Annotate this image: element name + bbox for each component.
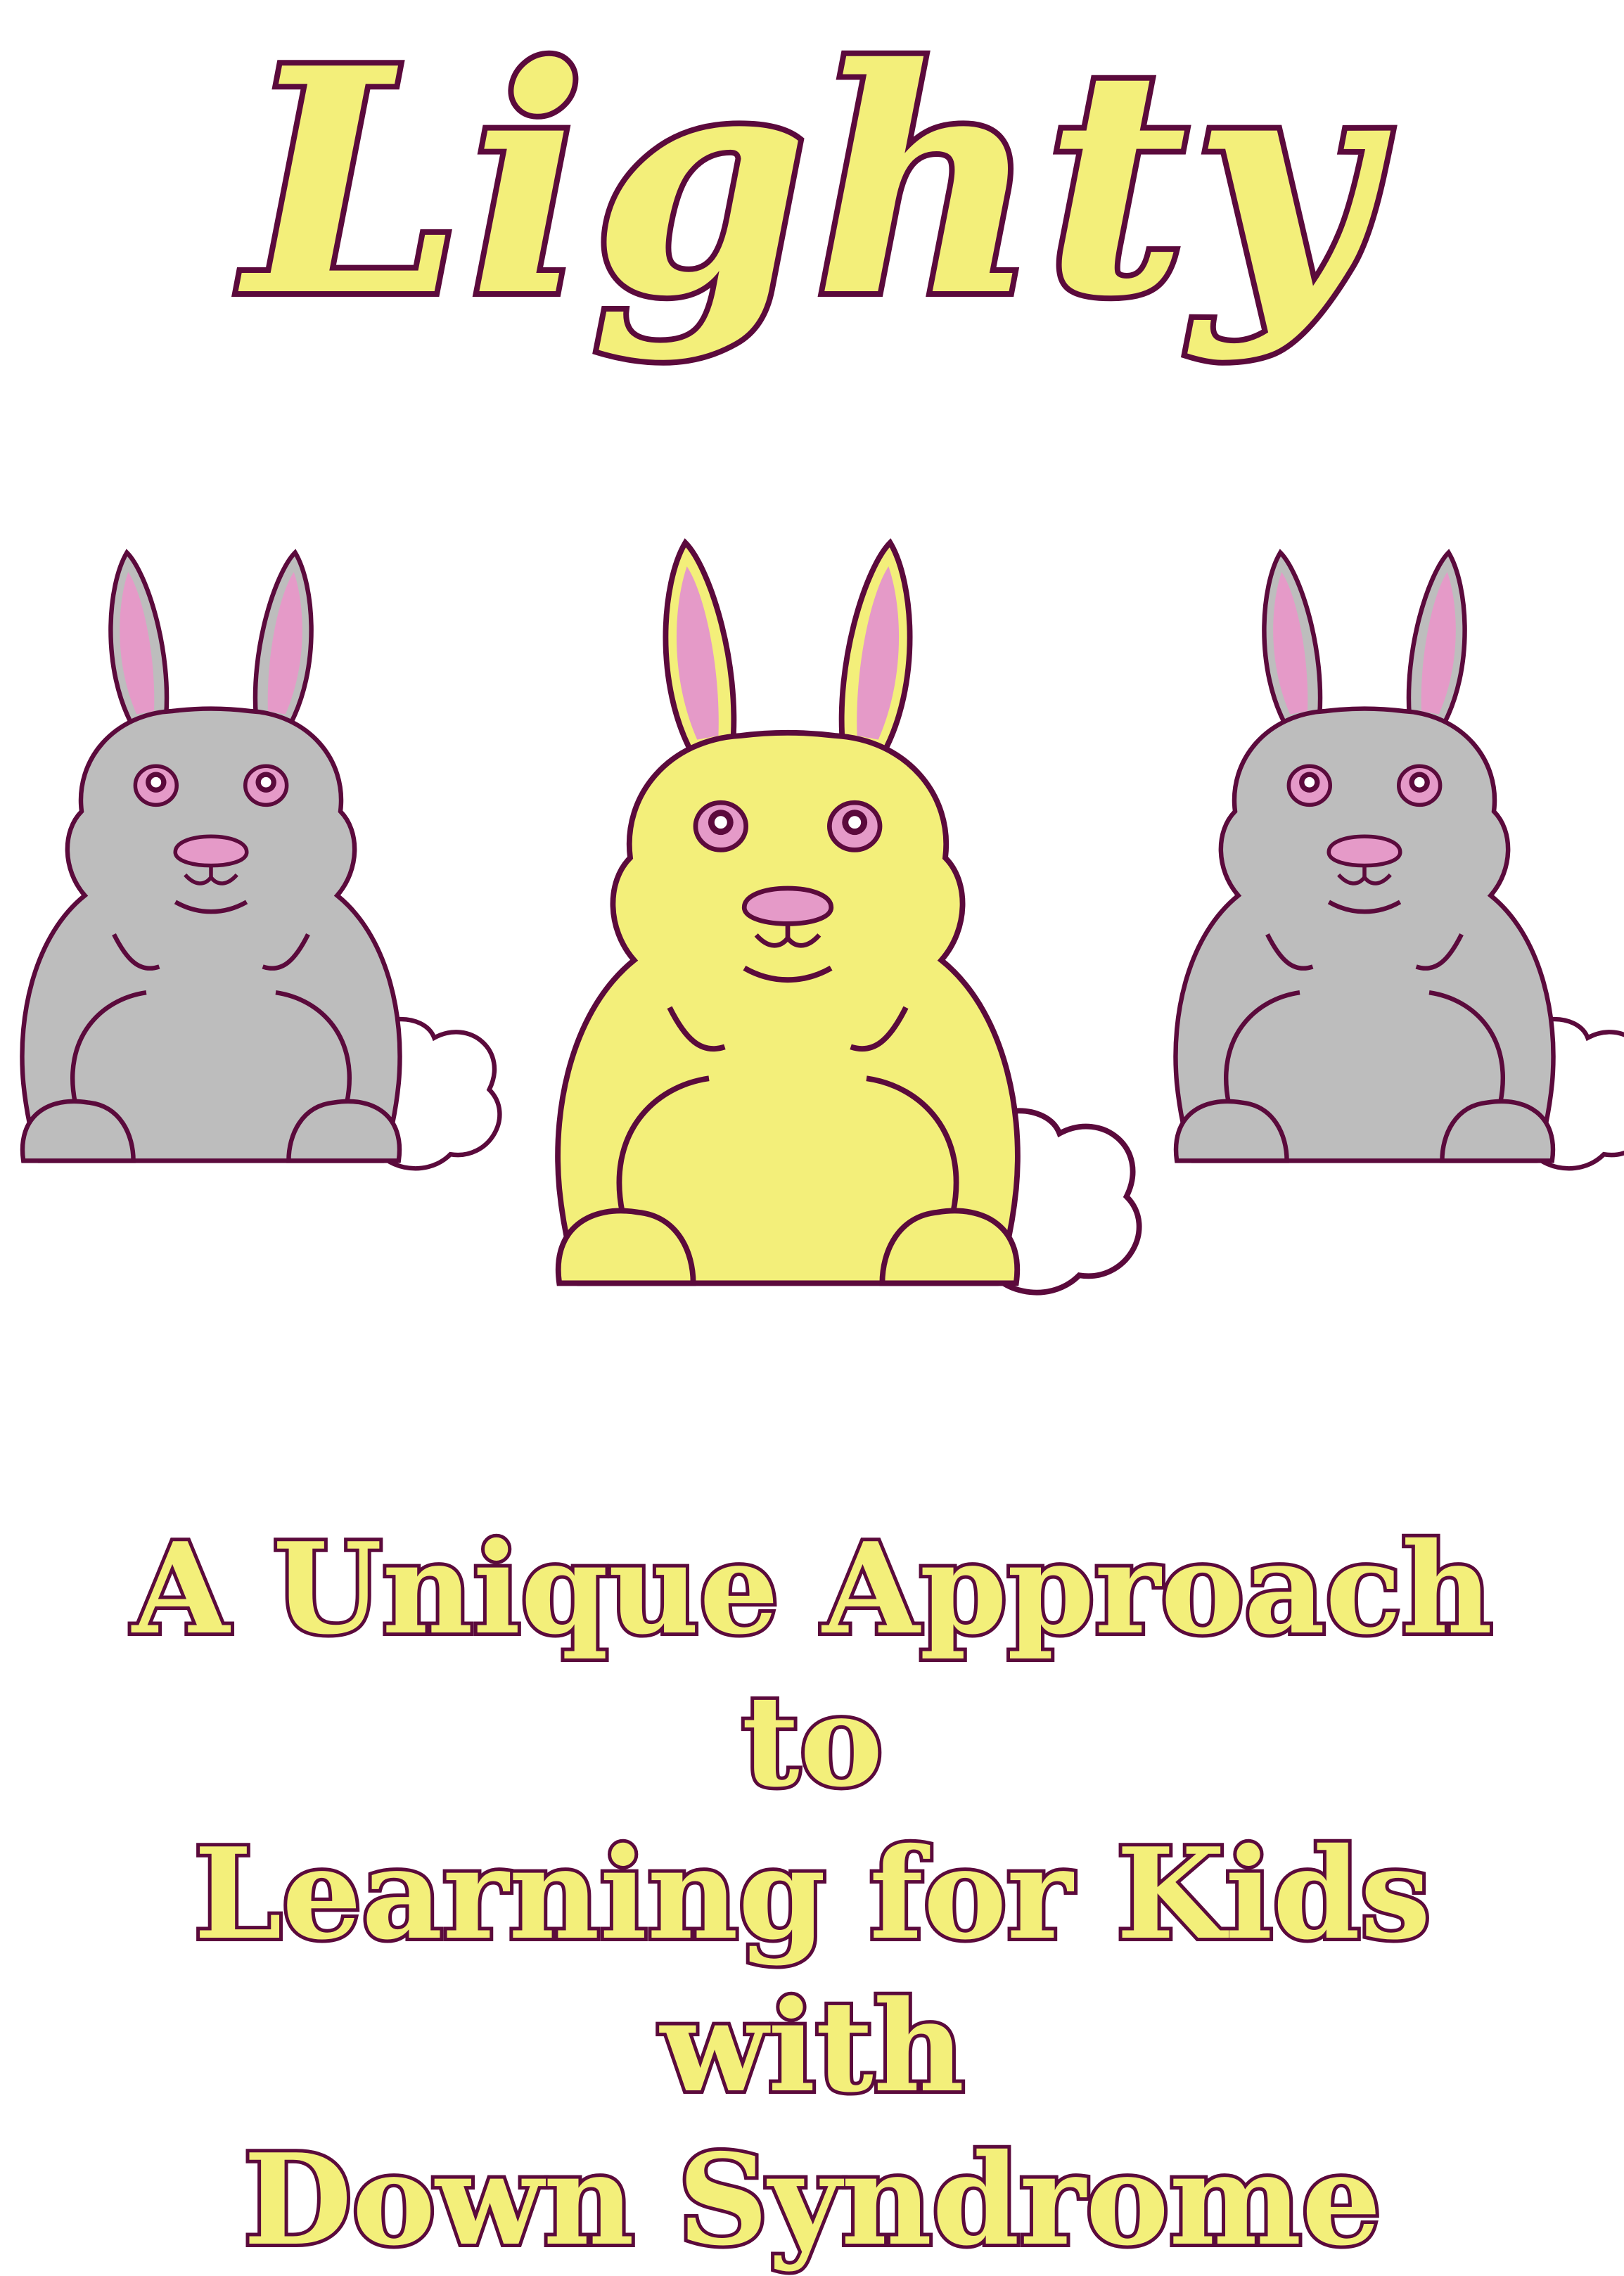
book-subtitle: A Unique Approach to Learning for Kids w… — [127, 1511, 1498, 2276]
center-bunny — [555, 538, 1142, 1296]
left-bunny — [20, 549, 502, 1171]
bunny-illustration — [20, 538, 1624, 1296]
right-bunny — [1173, 549, 1624, 1171]
subtitle-line-1: A Unique Approach to — [129, 1511, 1496, 1818]
subtitle-line-2: Learning for Kids with — [191, 1817, 1434, 2123]
book-title: Lighty — [240, 1, 1379, 364]
subtitle-line-3: Down Syndrome — [240, 2123, 1385, 2276]
